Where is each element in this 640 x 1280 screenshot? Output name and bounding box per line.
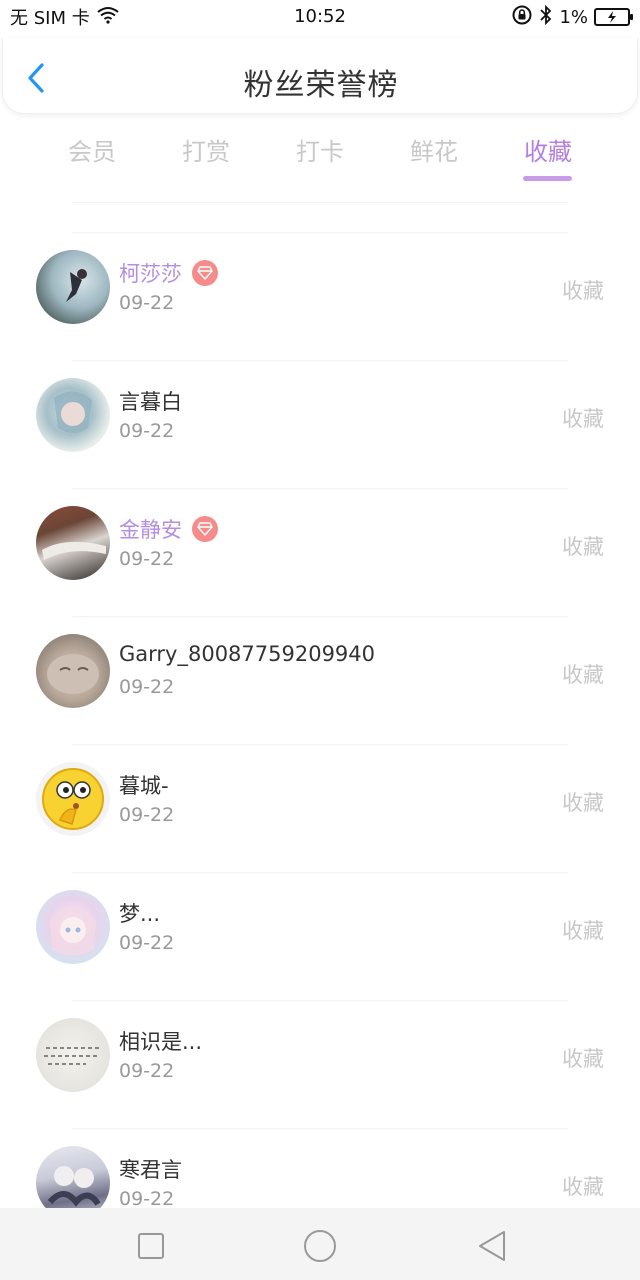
- rotation-lock-icon: [511, 4, 533, 31]
- name-line: 暮城-: [119, 770, 169, 800]
- date: 09-22: [119, 420, 175, 442]
- name-line: Garry_80087759209940: [119, 642, 375, 666]
- diamond-icon: [192, 516, 218, 542]
- back-nav-button[interactable]: [474, 1228, 510, 1264]
- user-name[interactable]: 寒君言: [119, 1154, 182, 1184]
- action-label: 收藏: [562, 791, 604, 815]
- tab-rewards[interactable]: 打赏: [149, 130, 263, 182]
- avatar[interactable]: [36, 250, 110, 324]
- tab-checkin[interactable]: 打卡: [263, 130, 377, 182]
- system-nav-bar: [0, 1208, 640, 1280]
- active-tab-indicator: [523, 176, 572, 181]
- tab-members[interactable]: 会员: [35, 130, 149, 182]
- date: 09-22: [119, 1188, 175, 1210]
- name-line: 言暮白: [119, 386, 182, 416]
- battery-icon: [594, 8, 633, 26]
- tab-flowers[interactable]: 鲜花: [377, 130, 491, 182]
- divider: [72, 616, 568, 617]
- page-title: 粉丝荣誉榜: [243, 68, 399, 103]
- name-line: 寒君言: [119, 1154, 182, 1184]
- status-left: 无 SIM 卡: [10, 4, 120, 30]
- name-line: 梦...: [119, 898, 160, 928]
- action-label: 收藏: [562, 279, 604, 303]
- action-label: 收藏: [562, 919, 604, 943]
- carrier-label: 无 SIM 卡: [10, 8, 90, 29]
- name-line: 相识是...: [119, 1026, 202, 1056]
- user-name[interactable]: 暮城-: [119, 770, 169, 800]
- home-button[interactable]: [302, 1228, 338, 1264]
- diamond-icon: [192, 260, 218, 286]
- list-item[interactable]: 暮城- 09-22 收藏: [0, 744, 640, 872]
- date: 09-22: [119, 548, 175, 570]
- date: 09-22: [119, 1060, 175, 1082]
- avatar[interactable]: [36, 762, 110, 836]
- divider: [72, 744, 568, 745]
- user-name[interactable]: 柯莎莎: [119, 258, 182, 288]
- divider: [72, 360, 568, 361]
- recent-apps-button[interactable]: [133, 1228, 169, 1264]
- wifi-icon: [96, 6, 120, 29]
- triangle-back-icon: [479, 1231, 505, 1261]
- user-name[interactable]: 梦...: [119, 898, 160, 928]
- action-label: 收藏: [562, 663, 604, 687]
- action-label: 收藏: [562, 1175, 604, 1199]
- list-item[interactable]: 梦... 09-22 收藏: [0, 872, 640, 1000]
- list-item[interactable]: 相识是... 09-22 收藏: [0, 1000, 640, 1128]
- divider: [72, 202, 568, 203]
- divider: [72, 1128, 568, 1129]
- action-label: 收藏: [562, 1047, 604, 1071]
- user-name[interactable]: 金静安: [119, 514, 182, 544]
- avatar[interactable]: [36, 1018, 110, 1092]
- user-name[interactable]: Garry_80087759209940: [119, 642, 375, 666]
- user-name[interactable]: 相识是...: [119, 1026, 202, 1056]
- avatar[interactable]: [36, 378, 110, 452]
- status-right: 1%: [511, 4, 633, 31]
- divider: [72, 1000, 568, 1001]
- name-line: 柯莎莎: [119, 258, 218, 288]
- list-item[interactable]: 金静安 09-22 收藏: [0, 488, 640, 616]
- list-item[interactable]: 言暮白 09-22 收藏: [0, 360, 640, 488]
- date: 09-22: [119, 804, 175, 826]
- avatar[interactable]: [36, 506, 110, 580]
- header: 粉丝荣誉榜: [2, 38, 638, 114]
- circle-icon: [304, 1230, 336, 1262]
- square-icon: [138, 1233, 164, 1259]
- action-label: 收藏: [562, 535, 604, 559]
- list-item[interactable]: 柯莎莎 09-22 收藏: [0, 232, 640, 360]
- avatar[interactable]: [36, 634, 110, 708]
- status-bar: 无 SIM 卡 10:52 1%: [0, 0, 640, 34]
- divider: [72, 488, 568, 489]
- tab-bar: 会员 打赏 打卡 鲜花 收藏: [0, 130, 640, 190]
- avatar[interactable]: [36, 890, 110, 964]
- battery-percent: 1%: [559, 6, 588, 28]
- date: 09-22: [119, 932, 175, 954]
- divider: [72, 872, 568, 873]
- name-line: 金静安: [119, 514, 218, 544]
- tab-favorites[interactable]: 收藏: [491, 130, 605, 182]
- bluetooth-icon: [539, 4, 553, 30]
- user-name[interactable]: 言暮白: [119, 386, 182, 416]
- divider: [72, 232, 568, 233]
- date: 09-22: [119, 292, 175, 314]
- list-item[interactable]: Garry_80087759209940 09-22 收藏: [0, 616, 640, 744]
- date: 09-22: [119, 676, 175, 698]
- action-label: 收藏: [562, 407, 604, 431]
